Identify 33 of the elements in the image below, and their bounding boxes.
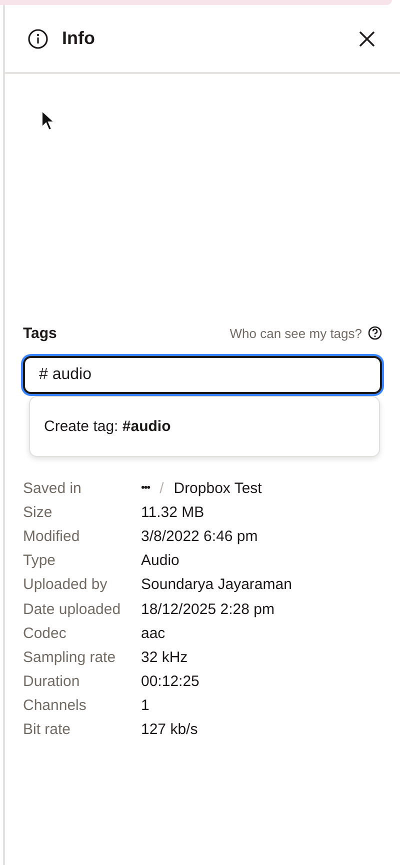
detail-label: Duration [23,673,81,690]
detail-label: Type [23,552,57,570]
help-icon [368,326,382,340]
tags-label: Tags [23,324,57,342]
detail-label: Channels [23,697,88,714]
detail-value: 18/12/2025 2:28 pm [141,600,276,618]
create-tag-option[interactable]: Create tag: #audio [29,396,380,457]
detail-label: Sampling rate [23,648,117,666]
detail-label: Modified [23,528,81,545]
detail-value: 00:12:25 [141,673,200,690]
mouse-pointer-icon [41,110,55,132]
detail-value: 127 kb/s [141,721,199,738]
detail-label: Uploaded by [23,576,108,594]
folder-link[interactable]: Dropbox Test [174,480,262,497]
tag-input-field[interactable]: # audio [23,356,382,394]
detail-value: Audio [141,552,180,570]
detail-label: Bit rate [23,721,72,738]
detail-label: Size [23,504,54,521]
detail-label: Codec [23,624,68,642]
detail-value: aac [141,624,166,642]
detail-label: Saved in [23,480,82,497]
path-separator: / [160,480,164,497]
panel-title: Info [62,28,96,49]
detail-value: 32 kHz [141,648,189,666]
detail-value: 3/8/2022 6:46 pm [141,528,259,545]
close-button[interactable] [358,30,376,48]
detail-value: Soundarya Jayaraman [141,576,293,594]
detail-label: Date uploaded [23,600,122,618]
detail-value: 11.32 MB [141,504,206,521]
detail-value: 1 [141,697,150,714]
info-icon [27,28,49,50]
path-ellipsis[interactable]: ••• [141,482,150,494]
tags-help-link[interactable]: Who can see my tags? [230,326,382,340]
